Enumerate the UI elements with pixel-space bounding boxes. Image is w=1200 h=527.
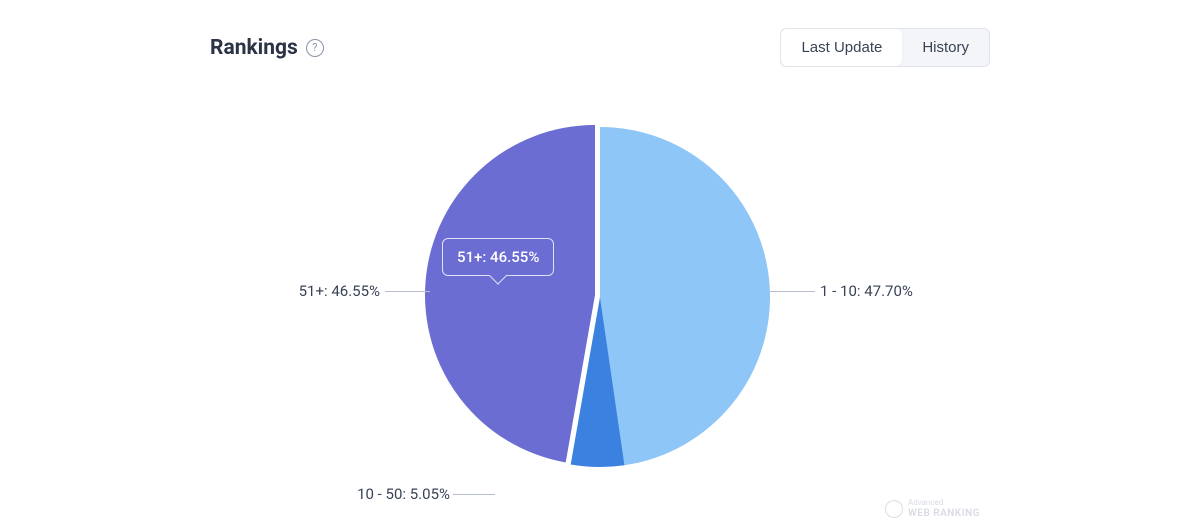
slice-label-1-10: 1 - 10: 47.70% xyxy=(820,282,913,300)
page-title: Rankings xyxy=(210,36,298,60)
globe-icon xyxy=(885,500,903,518)
view-toggle: Last Update History xyxy=(780,28,990,67)
leader-line xyxy=(770,291,815,292)
slice-label-51plus: 51+: 46.55% xyxy=(299,282,380,300)
pie-slice-51plus[interactable] xyxy=(425,125,595,462)
pie-svg xyxy=(410,107,790,487)
leader-line xyxy=(385,291,430,292)
pie-slice-1-10[interactable] xyxy=(600,127,770,465)
slice-label-10-50: 10 - 50: 5.05% xyxy=(357,485,450,503)
chart-tooltip: 51+: 46.55% xyxy=(442,238,554,276)
tab-last-update[interactable]: Last Update xyxy=(781,29,902,66)
help-icon[interactable]: ? xyxy=(306,39,324,57)
leader-line xyxy=(453,494,495,495)
pie-chart: 1 - 10: 47.70% 51+: 46.55% 10 - 50: 5.05… xyxy=(210,87,990,507)
chart-header: Rankings ? Last Update History xyxy=(210,28,990,67)
tab-history[interactable]: History xyxy=(902,29,989,66)
watermark: Advanced WEB RANKING xyxy=(885,499,980,519)
